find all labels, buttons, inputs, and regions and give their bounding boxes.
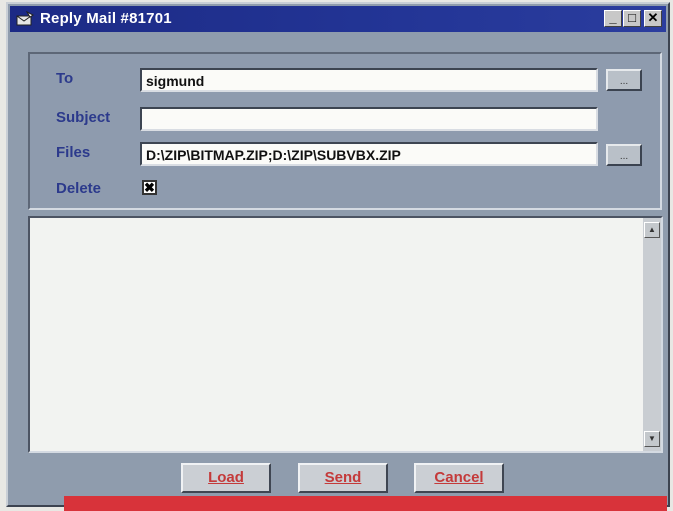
title-bar[interactable]: Reply Mail #81701 _ □ ✕ — [10, 6, 666, 32]
minimize-button[interactable]: _ — [604, 10, 622, 27]
message-body-textarea[interactable]: ▲ ▼ — [28, 216, 663, 453]
mail-app-icon — [16, 10, 34, 27]
subject-field[interactable] — [140, 107, 598, 131]
minimize-icon: _ — [609, 10, 617, 25]
checkmark-x-icon: ✖ — [144, 180, 155, 195]
maximize-button[interactable]: □ — [623, 10, 641, 27]
load-button[interactable]: Load — [181, 463, 271, 493]
to-label: To — [56, 70, 74, 87]
header-fields-panel: To sigmund ... Subject Files D:\ZIP\BITM… — [28, 52, 662, 210]
arrow-up-icon: ▲ — [648, 225, 656, 234]
vertical-scrollbar[interactable]: ▲ ▼ — [643, 218, 661, 451]
maximize-icon: □ — [628, 10, 636, 25]
subject-label: Subject — [56, 109, 111, 126]
cancel-button[interactable]: Cancel — [414, 463, 504, 493]
files-browse-button[interactable]: ... — [606, 144, 642, 166]
cancel-button-label: Cancel — [434, 469, 484, 486]
delete-label: Delete — [56, 180, 102, 197]
close-button[interactable]: ✕ — [644, 10, 662, 27]
arrow-down-icon: ▼ — [648, 434, 656, 443]
ellipsis-icon: ... — [619, 76, 629, 87]
scroll-down-button[interactable]: ▼ — [644, 431, 660, 447]
scroll-up-button[interactable]: ▲ — [644, 222, 660, 238]
files-field[interactable]: D:\ZIP\BITMAP.ZIP;D:\ZIP\SUBVBX.ZIP — [140, 142, 598, 166]
send-button-label: Send — [324, 469, 362, 486]
delete-checkbox[interactable]: ✖ — [142, 180, 157, 195]
to-browse-button[interactable]: ... — [606, 69, 642, 91]
caption-strip — [64, 496, 667, 511]
reply-mail-window: Reply Mail #81701 _ □ ✕ To sigmund ... S… — [6, 2, 670, 511]
load-button-label: Load — [208, 469, 244, 486]
window-title: Reply Mail #81701 — [40, 10, 172, 27]
to-field[interactable]: sigmund — [140, 68, 598, 92]
ellipsis-icon: ... — [619, 151, 629, 162]
close-icon: ✕ — [647, 10, 659, 25]
files-label: Files — [56, 144, 91, 161]
send-button[interactable]: Send — [298, 463, 388, 493]
